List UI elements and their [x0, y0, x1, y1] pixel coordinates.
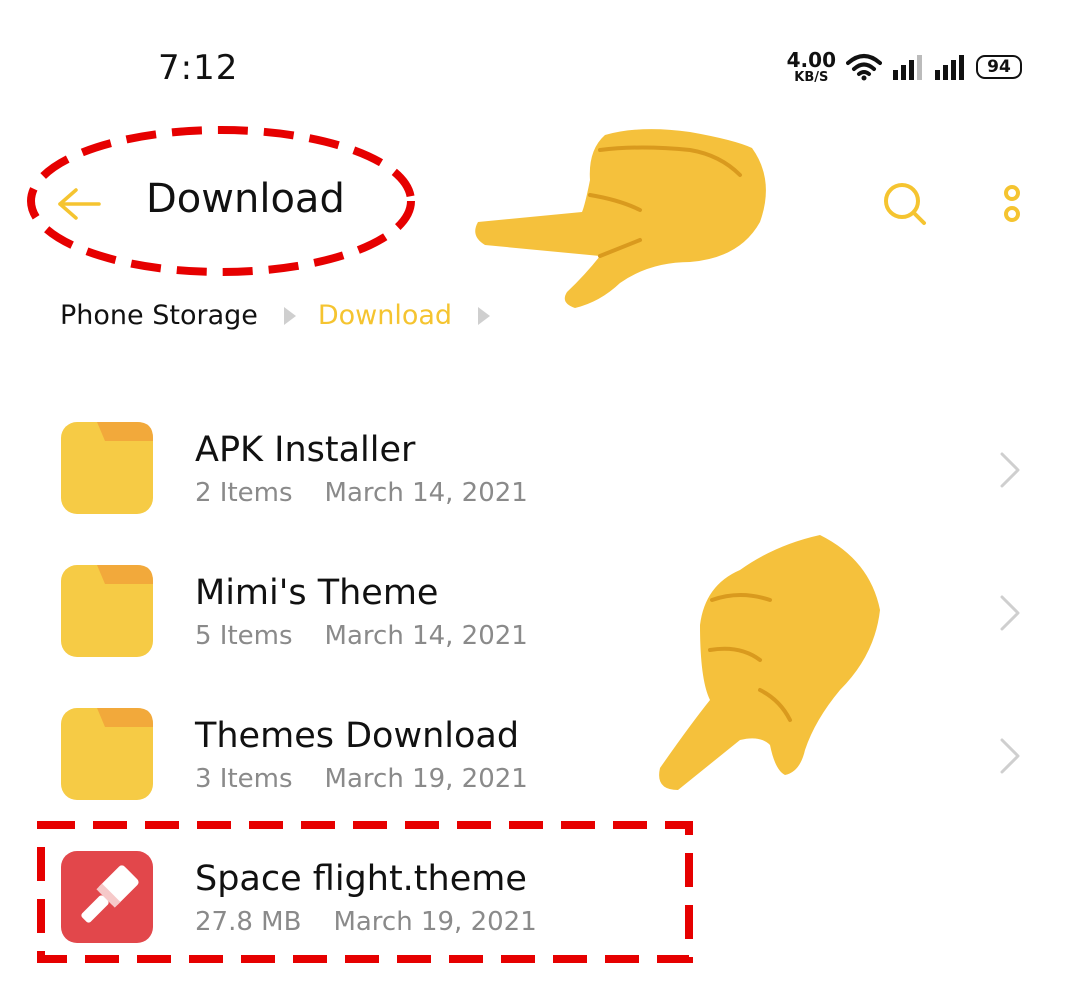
- annotation-dashed-box: [37, 821, 693, 963]
- annotation-overlay: [27, 126, 880, 963]
- pointing-hand-icon: [475, 129, 766, 308]
- pointing-hand-icon: [659, 535, 880, 790]
- annotation-ellipse: [27, 126, 415, 276]
